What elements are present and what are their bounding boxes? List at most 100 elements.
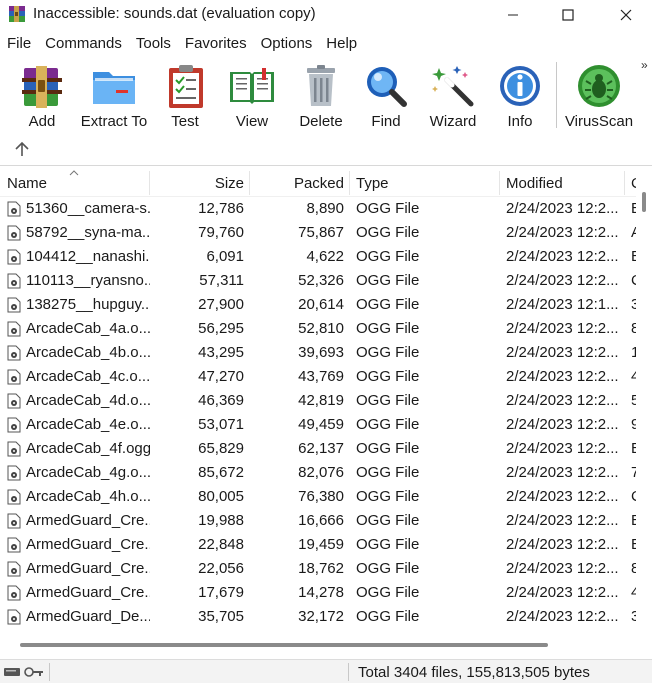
file-size: 85,672 — [198, 464, 244, 481]
file-packed: 16,666 — [298, 512, 344, 529]
menu-file[interactable]: File — [0, 32, 38, 56]
file-type: OGG File — [356, 536, 420, 553]
file-row[interactable]: ArmedGuard_Cre... 22,848 19,459 OGG File 2/2… — [0, 533, 637, 557]
file-packed: 19,459 — [298, 536, 344, 553]
minimize-icon — [508, 14, 518, 16]
maximize-button[interactable] — [545, 0, 591, 30]
drive-key-icon[interactable] — [3, 664, 45, 680]
file-row[interactable]: ArmedGuard_Cre... 22,056 18,762 OGG File 2/2… — [0, 557, 637, 581]
menu-tools[interactable]: Tools — [129, 32, 178, 56]
file-size: 35,705 — [198, 608, 244, 625]
ogg-file-icon — [7, 201, 21, 217]
file-name: ArcadeCab_4d.o... — [26, 392, 150, 409]
file-row[interactable]: ArcadeCab_4g.o... 85,672 82,076 OGG File 2/2… — [0, 461, 637, 485]
file-row[interactable]: ArmedGuard_Cre... 17,679 14,278 OGG File 2/2… — [0, 581, 637, 605]
file-row[interactable]: ArmedGuard_De... 35,705 32,172 OGG File 2/24… — [0, 605, 637, 629]
status-summary: Total 3404 files, 155,813,505 bytes — [358, 664, 590, 681]
file-size: 17,679 — [198, 584, 244, 601]
file-modified: 2/24/2023 12:2... — [506, 392, 619, 409]
file-modified: 2/24/2023 12:2... — [506, 272, 619, 289]
file-packed: 76,380 — [298, 488, 344, 505]
ogg-file-icon — [7, 585, 21, 601]
file-packed: 4,622 — [306, 248, 344, 265]
file-type: OGG File — [356, 392, 420, 409]
column-divider[interactable] — [349, 171, 350, 195]
menu-options[interactable]: Options — [254, 32, 320, 56]
extract-to-button[interactable]: Extract To — [78, 62, 150, 134]
find-button[interactable]: Find — [362, 62, 410, 134]
close-button[interactable] — [603, 0, 649, 30]
ogg-file-icon — [7, 225, 21, 241]
file-name: ArcadeCab_4f.ogg — [26, 440, 150, 457]
file-size: 12,786 — [198, 200, 244, 217]
file-type: OGG File — [356, 224, 420, 241]
file-modified: 2/24/2023 12:2... — [506, 200, 619, 217]
winrar-app-icon[interactable] — [8, 5, 26, 23]
ogg-file-icon — [7, 417, 21, 433]
column-type[interactable]: Type — [356, 168, 496, 197]
column-divider[interactable] — [624, 171, 625, 195]
file-modified: 2/24/2023 12:1... — [506, 296, 619, 313]
file-row[interactable]: ArcadeCab_4d.o... 46,369 42,819 OGG File 2/2… — [0, 389, 637, 413]
ogg-file-icon — [7, 321, 21, 337]
vertical-scrollbar[interactable] — [636, 168, 652, 636]
ogg-file-icon — [7, 513, 21, 529]
ogg-file-icon — [7, 489, 21, 505]
file-packed: 18,762 — [298, 560, 344, 577]
column-size[interactable]: Size — [150, 168, 244, 197]
find-label: Find — [371, 113, 401, 130]
file-row[interactable]: ArcadeCab_4b.o... 43,295 39,693 OGG File 2/2… — [0, 341, 637, 365]
test-button[interactable]: Test — [162, 62, 208, 134]
toolbar-divider — [0, 165, 652, 166]
file-type: OGG File — [356, 416, 420, 433]
file-size: 19,988 — [198, 512, 244, 529]
file-row[interactable]: ArmedGuard_Cre... 19,988 16,666 OGG File 2/2… — [0, 509, 637, 533]
file-row[interactable]: 58792__syna-ma... 79,760 75,867 OGG File 2/2… — [0, 221, 637, 245]
menu-favorites[interactable]: Favorites — [178, 32, 254, 56]
file-packed: 62,137 — [298, 440, 344, 457]
file-row[interactable]: ArcadeCab_4h.o... 80,005 76,380 OGG File 2/2… — [0, 485, 637, 509]
file-packed: 82,076 — [298, 464, 344, 481]
view-button[interactable]: View — [226, 62, 278, 134]
toolbar-overflow-button[interactable]: » — [641, 58, 648, 72]
column-packed[interactable]: Packed — [250, 168, 344, 197]
column-divider[interactable] — [499, 171, 500, 195]
file-row[interactable]: 110113__ryansno... 57,311 52,326 OGG File 2/… — [0, 269, 637, 293]
virusscan-label: VirusScan — [564, 113, 634, 130]
ogg-file-icon — [7, 561, 21, 577]
file-modified: 2/24/2023 12:2... — [506, 536, 619, 553]
file-type: OGG File — [356, 512, 420, 529]
file-row[interactable]: 138275__hupguy... 27,900 20,614 OGG File 2/2… — [0, 293, 637, 317]
column-name[interactable]: Name — [7, 168, 147, 197]
file-name: ArcadeCab_4g.o... — [26, 464, 150, 481]
file-row[interactable]: ArcadeCab_4e.o... 53,071 49,459 OGG File 2/2… — [0, 413, 637, 437]
menu-help[interactable]: Help — [319, 32, 364, 56]
file-list[interactable]: Name Size Packed Type Modified C 51360__… — [0, 168, 652, 638]
delete-label: Delete — [299, 113, 343, 130]
file-modified: 2/24/2023 12:2... — [506, 608, 619, 625]
file-name: ArcadeCab_4h.o... — [26, 488, 150, 505]
info-button[interactable]: Info — [496, 62, 544, 134]
virusscan-button[interactable]: VirusScan — [564, 62, 634, 134]
wizard-button[interactable]: Wizard — [426, 62, 480, 134]
file-name: ArmedGuard_Cre... — [26, 512, 150, 529]
up-folder-arrow-icon[interactable] — [12, 140, 32, 160]
file-row[interactable]: ArcadeCab_4a.o... 56,295 52,810 OGG File 2/2… — [0, 317, 637, 341]
file-row[interactable]: ArcadeCab_4c.o... 47,270 43,769 OGG File 2/2… — [0, 365, 637, 389]
delete-button[interactable]: Delete — [296, 62, 346, 134]
menu-commands[interactable]: Commands — [38, 32, 129, 56]
file-row[interactable]: ArcadeCab_4f.ogg 65,829 62,137 OGG File 2/24… — [0, 437, 637, 461]
file-packed: 8,890 — [306, 200, 344, 217]
vertical-scroll-thumb[interactable] — [642, 192, 646, 212]
menu-bar: File Commands Tools Favorites Options He… — [0, 32, 652, 56]
file-row[interactable]: 104412__nanashi... 6,091 4,622 OGG File 2/24… — [0, 245, 637, 269]
add-button[interactable]: Add — [18, 62, 66, 134]
file-row[interactable]: 51360__camera-s... 12,786 8,890 OGG File 2/2… — [0, 197, 637, 221]
horizontal-scrollbar[interactable] — [0, 636, 652, 652]
file-size: 80,005 — [198, 488, 244, 505]
horizontal-scroll-thumb[interactable] — [20, 643, 548, 647]
column-modified[interactable]: Modified — [506, 168, 622, 197]
minimize-button[interactable] — [490, 0, 536, 30]
file-packed: 42,819 — [298, 392, 344, 409]
file-type: OGG File — [356, 488, 420, 505]
